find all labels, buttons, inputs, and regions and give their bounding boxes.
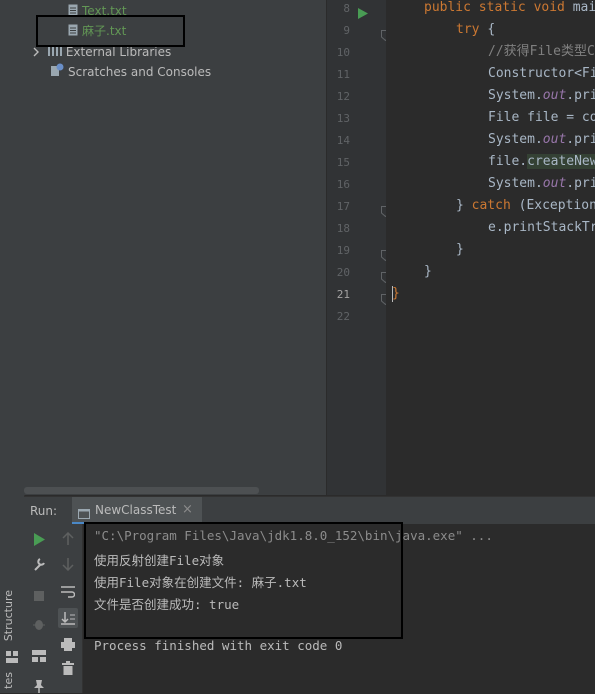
code-line: file.createNew bbox=[488, 151, 595, 173]
project-panel: Text.txt 麻子.txt External Libraries Scrat… bbox=[24, 0, 326, 495]
code-token: out bbox=[542, 132, 567, 147]
code-token: out bbox=[542, 176, 567, 191]
code-line: } catch (Exception bbox=[456, 195, 595, 217]
line-number: 8 bbox=[343, 2, 350, 15]
code-line: File file = co bbox=[488, 107, 595, 129]
trash-icon[interactable] bbox=[60, 660, 76, 676]
code-token: try bbox=[456, 22, 488, 37]
code-token: .pri bbox=[566, 88, 595, 103]
code-token: System. bbox=[488, 88, 543, 103]
highlight-box-console bbox=[84, 522, 403, 639]
console-line: Process finished with exit code 0 bbox=[94, 638, 343, 653]
layout-icon[interactable] bbox=[31, 648, 47, 664]
code-token: .pri bbox=[566, 176, 595, 191]
code-token: { bbox=[487, 22, 496, 37]
code-token: System. bbox=[488, 176, 543, 191]
code-line: } bbox=[456, 239, 464, 261]
line-number: 10 bbox=[336, 46, 350, 59]
code-line: //获得File类型C bbox=[488, 41, 595, 63]
tab-label: NewClassTest bbox=[95, 503, 177, 517]
code-token: Constructor<Fi bbox=[488, 66, 595, 81]
tab-newclasstest[interactable]: NewClassTest × bbox=[72, 497, 202, 525]
code-token: File file = co bbox=[488, 110, 595, 125]
code-line: System.out.pri bbox=[488, 129, 595, 151]
caret bbox=[392, 286, 393, 302]
run-label: Run: bbox=[30, 504, 58, 518]
scratches-icon bbox=[50, 63, 64, 83]
line-number: 17 bbox=[336, 200, 350, 213]
code-token: } bbox=[456, 242, 464, 257]
line-number: 22 bbox=[336, 310, 350, 323]
code-line: } bbox=[424, 261, 432, 283]
run-toolbar-primary bbox=[24, 524, 54, 693]
code-token: public static void bbox=[424, 0, 573, 15]
line-number: 20 bbox=[336, 266, 350, 279]
line-number: 15 bbox=[336, 156, 350, 169]
code-token: out bbox=[542, 88, 567, 103]
code-token: System. bbox=[488, 132, 543, 147]
code-token: } bbox=[392, 286, 400, 301]
code-editor[interactable]: public static void mai try {//获得File类型C Co… bbox=[386, 0, 595, 495]
tree-item-scratches[interactable]: Scratches and Consoles bbox=[50, 62, 211, 82]
left-tool-strip: Structure tes bbox=[0, 0, 25, 693]
tree-item-label: External Libraries bbox=[65, 45, 172, 59]
scroll-to-end-icon[interactable] bbox=[58, 608, 78, 628]
favorites-tab[interactable]: tes bbox=[2, 672, 22, 689]
code-line: try { bbox=[456, 19, 495, 41]
arrow-up-icon[interactable] bbox=[60, 531, 76, 547]
code-token: (Exception bbox=[518, 198, 595, 213]
stop-icon[interactable] bbox=[31, 588, 47, 604]
code-token: } bbox=[424, 264, 432, 279]
code-token: createNew bbox=[527, 154, 595, 169]
arrow-down-icon[interactable] bbox=[60, 556, 76, 572]
highlight-box-file bbox=[36, 15, 185, 47]
code-token: catch bbox=[471, 198, 519, 213]
line-number: 18 bbox=[336, 222, 350, 235]
line-number: 14 bbox=[336, 134, 350, 147]
line-number: 12 bbox=[336, 90, 350, 103]
code-line: Constructor<Fi bbox=[488, 63, 595, 85]
line-numbers: 8 9 10 11 12 13 14 15 16 17 18 19 20 21 22 bbox=[326, 0, 390, 330]
run-panel-header: Run: NewClassTest × bbox=[24, 496, 595, 525]
debug-icon[interactable] bbox=[31, 616, 47, 632]
run-gutter-icon[interactable] bbox=[358, 4, 368, 23]
code-token: file. bbox=[488, 154, 528, 169]
run-toolbar-secondary bbox=[54, 524, 83, 693]
structure-tab[interactable]: Structure bbox=[2, 590, 22, 641]
line-number: 11 bbox=[336, 68, 350, 81]
horizontal-scrollbar[interactable] bbox=[24, 487, 259, 494]
line-number: 9 bbox=[343, 24, 350, 37]
print-icon[interactable] bbox=[60, 636, 76, 652]
code-token: mai bbox=[572, 0, 595, 15]
code-token: } bbox=[456, 198, 472, 213]
soft-wrap-icon[interactable] bbox=[60, 584, 76, 600]
line-number: 16 bbox=[336, 178, 350, 191]
code-line: public static void mai bbox=[424, 0, 595, 19]
code-token: e.printStackTr bbox=[488, 220, 595, 235]
code-line: e.printStackTr bbox=[488, 217, 595, 239]
close-icon[interactable]: × bbox=[182, 502, 193, 517]
line-number: 21 bbox=[336, 288, 350, 301]
code-line: System.out.pri bbox=[488, 173, 595, 195]
pin-icon[interactable] bbox=[31, 678, 47, 694]
structure-icon[interactable] bbox=[6, 648, 18, 667]
code-token: //获得File类型C bbox=[488, 44, 595, 59]
rerun-icon[interactable] bbox=[31, 531, 47, 547]
tree-item-label: Scratches and Consoles bbox=[68, 65, 212, 79]
code-token: .pri bbox=[566, 132, 595, 147]
code-line: } bbox=[392, 283, 400, 305]
line-number: 19 bbox=[336, 244, 350, 257]
line-number: 13 bbox=[336, 112, 350, 125]
code-line: System.out.pri bbox=[488, 85, 595, 107]
wrench-icon[interactable] bbox=[31, 556, 47, 572]
